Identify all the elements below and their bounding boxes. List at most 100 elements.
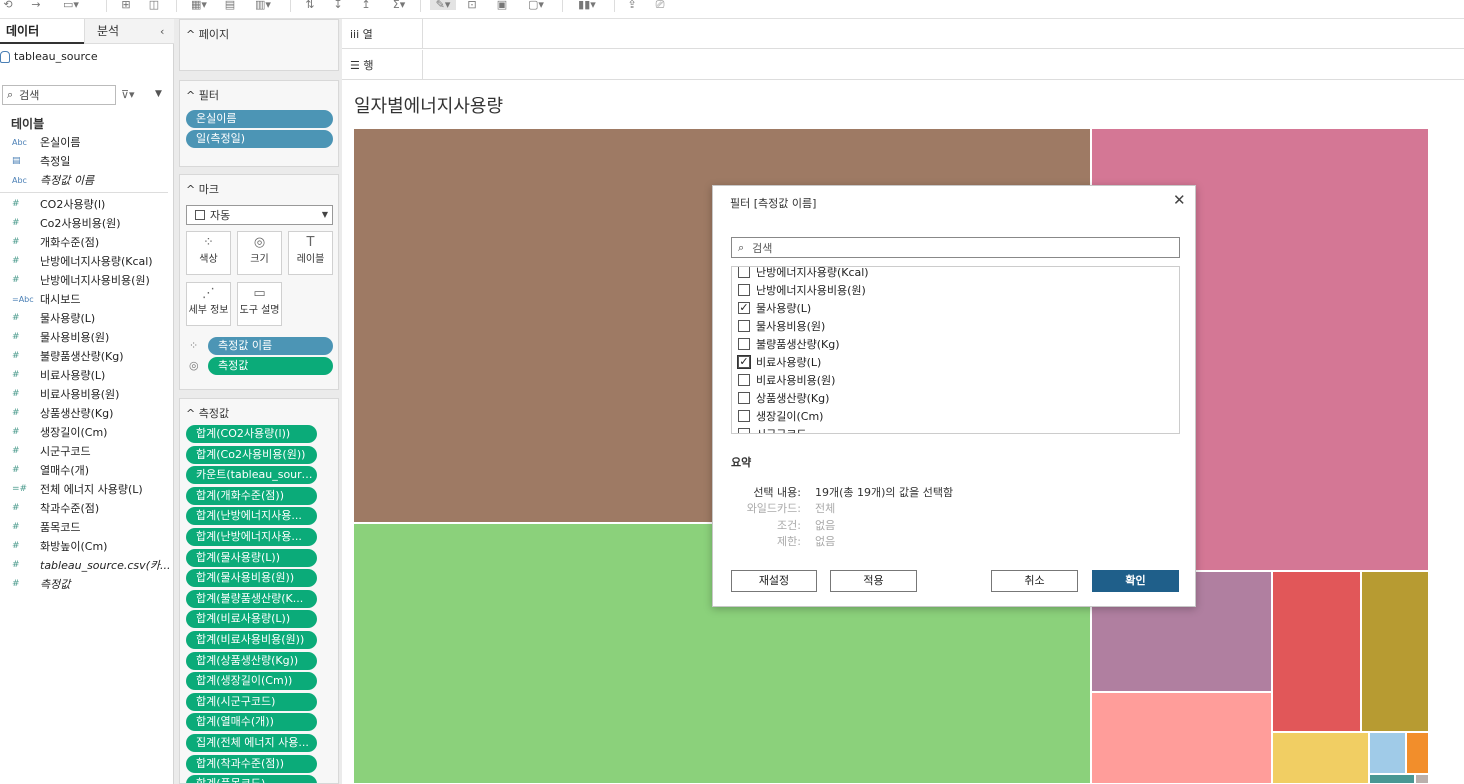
sort-descending-icon[interactable]: ↥: [358, 0, 374, 10]
clear-sheet-icon[interactable]: ▥▾: [250, 0, 276, 10]
checkbox[interactable]: [738, 284, 750, 296]
pages-card[interactable]: ^ 페이지: [179, 19, 339, 71]
field-item[interactable]: # 불량품생산량(Kg): [0, 347, 172, 366]
field-item[interactable]: =Abc 대시보드: [0, 290, 172, 309]
datasource-item[interactable]: tableau_source: [0, 50, 98, 63]
mark-type-dropdown[interactable]: 자동 ▼: [186, 205, 333, 225]
dialog-value-list[interactable]: 난방에너지사용량(Kcal) 난방에너지사용비용(원) ✓ 물사용량(L) 물사용비용(…: [731, 266, 1180, 434]
filter-pill-greenhouse[interactable]: 온실이름: [186, 110, 333, 128]
measure-value-pill[interactable]: 집계(전체 에너지 사용...: [186, 733, 317, 752]
mark-color-button[interactable]: ⁘ 색상: [186, 231, 231, 275]
checkbox[interactable]: [738, 374, 750, 386]
treemap-tile[interactable]: [1361, 571, 1429, 732]
field-item[interactable]: # 비료사용량(L): [0, 366, 172, 385]
tab-data[interactable]: 데이터: [0, 19, 84, 44]
value-checkbox-item[interactable]: ✓ 비료사용량(L): [732, 353, 1179, 371]
value-checkbox-item[interactable]: 생장길이(Cm): [732, 407, 1179, 425]
field-item[interactable]: # 난방에너지사용량(Kcal): [0, 252, 172, 271]
measure-value-pill[interactable]: 합계(품목코드): [186, 775, 317, 783]
checkbox[interactable]: ✓: [737, 355, 751, 369]
value-checkbox-item[interactable]: 불량품생산량(Kg): [732, 335, 1179, 353]
field-item[interactable]: # 품목코드: [0, 518, 172, 537]
mark-label-button[interactable]: T 레이블: [288, 231, 333, 275]
measure-value-pill[interactable]: 합계(상품생산량(Kg)): [186, 651, 317, 670]
new-datasource-icon[interactable]: ⊞: [118, 0, 134, 10]
share-icon[interactable]: ⇪: [624, 0, 640, 10]
show-me-icon[interactable]: ▮▮▾: [572, 0, 602, 10]
collapse-icon[interactable]: ^: [186, 89, 199, 102]
checkbox[interactable]: [738, 267, 750, 278]
measure-value-pill[interactable]: 합계(개화수준(점)): [186, 486, 317, 505]
mark-tooltip-button[interactable]: ▭ 도구 설명: [237, 282, 282, 326]
treemap-tile[interactable]: [1406, 732, 1429, 774]
present-icon[interactable]: ⎚: [652, 0, 668, 10]
new-worksheet-icon[interactable]: ▦▾: [188, 0, 210, 10]
measure-value-pill[interactable]: 합계(난방에너지사용...: [186, 527, 317, 546]
treemap-tile[interactable]: [1272, 571, 1361, 732]
field-item[interactable]: # 시군구코드: [0, 442, 172, 461]
dialog-search-input[interactable]: ⌕ 검색: [731, 237, 1180, 258]
measure-value-pill[interactable]: 합계(Co2사용비용(원)): [186, 445, 317, 464]
field-item[interactable]: # Co2사용비용(원): [0, 214, 172, 233]
value-checkbox-item[interactable]: 난방에너지사용량(Kcal): [732, 267, 1179, 281]
field-item[interactable]: Abc 온실이름: [0, 133, 172, 152]
measure-value-pill[interactable]: 합계(비료사용량(L)): [186, 610, 317, 629]
value-checkbox-item[interactable]: 물사용비용(원): [732, 317, 1179, 335]
measure-value-pill[interactable]: 합계(시군구코드): [186, 692, 317, 711]
filter-fields-icon[interactable]: ⊽▾: [121, 88, 135, 101]
measure-value-pill[interactable]: 합계(난방에너지사용...: [186, 507, 317, 526]
reset-button[interactable]: 재설정: [731, 570, 817, 592]
field-item[interactable]: ▤ 측정일: [0, 152, 172, 171]
value-checkbox-item[interactable]: 난방에너지사용비용(원): [732, 281, 1179, 299]
checkbox[interactable]: [738, 320, 750, 332]
encoding-pill[interactable]: 측정값 이름: [208, 337, 333, 355]
value-checkbox-item[interactable]: 비료사용비용(원): [732, 371, 1179, 389]
undo-icon[interactable]: ⟲: [0, 0, 16, 10]
measure-value-pill[interactable]: 합계(비료사용비용(원)): [186, 630, 317, 649]
measure-value-pill[interactable]: 합계(불량품생산량(K...: [186, 589, 317, 608]
rows-shelf[interactable]: ☰ 행: [342, 50, 1464, 80]
field-item[interactable]: # 개화수준(점): [0, 233, 172, 252]
sort-ascending-icon[interactable]: ↧: [330, 0, 346, 10]
mark-size-button[interactable]: ◎ 크기: [237, 231, 282, 275]
collapse-icon[interactable]: ^: [186, 28, 199, 41]
encoding-pill[interactable]: 측정값: [208, 357, 333, 375]
filters-card[interactable]: ^ 필터 온실이름 일(측정일): [179, 80, 339, 167]
field-item[interactable]: # 물사용비용(원): [0, 328, 172, 347]
checkbox[interactable]: [738, 428, 750, 433]
treemap-tile[interactable]: [1415, 774, 1429, 784]
field-item[interactable]: =# 전체 에너지 사용량(L): [0, 480, 172, 499]
cancel-button[interactable]: 취소: [991, 570, 1078, 592]
filter-pill-day[interactable]: 일(측정일): [186, 130, 333, 148]
field-item[interactable]: # tableau_source.csv(카...: [0, 556, 172, 575]
label-icon[interactable]: ▣: [494, 0, 510, 10]
field-item[interactable]: # CO2사용량(l): [0, 195, 172, 214]
measure-value-pill[interactable]: 합계(생장길이(Cm)): [186, 672, 317, 691]
redo-icon[interactable]: →: [28, 0, 44, 10]
field-item[interactable]: # 열매수(개): [0, 461, 172, 480]
checkbox[interactable]: ✓: [738, 302, 750, 314]
ok-button[interactable]: 확인: [1092, 570, 1179, 592]
close-icon[interactable]: ✕: [1173, 191, 1186, 209]
field-item[interactable]: # 난방에너지사용비용(원): [0, 271, 172, 290]
collapse-icon[interactable]: ^: [186, 407, 199, 420]
treemap-tile[interactable]: [1272, 732, 1369, 784]
value-checkbox-item[interactable]: 상품생산량(Kg): [732, 389, 1179, 407]
checkbox[interactable]: [738, 338, 750, 350]
save-icon[interactable]: ▭▾: [56, 0, 86, 10]
field-item[interactable]: # 측정값: [0, 575, 172, 594]
collapse-pane-icon[interactable]: ‹: [160, 25, 164, 38]
mark-detail-button[interactable]: ⋰ 세부 정보: [186, 282, 231, 326]
measure-value-pill[interactable]: 합계(착과수준(점)): [186, 754, 317, 773]
measure-value-pill[interactable]: 카운트(tableau_source...: [186, 466, 317, 485]
group-icon[interactable]: ⊡: [464, 0, 480, 10]
field-item[interactable]: # 물사용량(L): [0, 309, 172, 328]
field-item[interactable]: # 상품생산량(Kg): [0, 404, 172, 423]
treemap-tile[interactable]: [1369, 774, 1415, 784]
value-checkbox-item[interactable]: ✓ 물사용량(L): [732, 299, 1179, 317]
field-item[interactable]: # 착과수준(점): [0, 499, 172, 518]
swap-icon[interactable]: ⇅: [302, 0, 318, 10]
measure-value-pill[interactable]: 합계(물사용비용(원)): [186, 569, 317, 588]
field-item[interactable]: # 화방높이(Cm): [0, 537, 172, 556]
treemap-tile[interactable]: [1091, 692, 1272, 784]
